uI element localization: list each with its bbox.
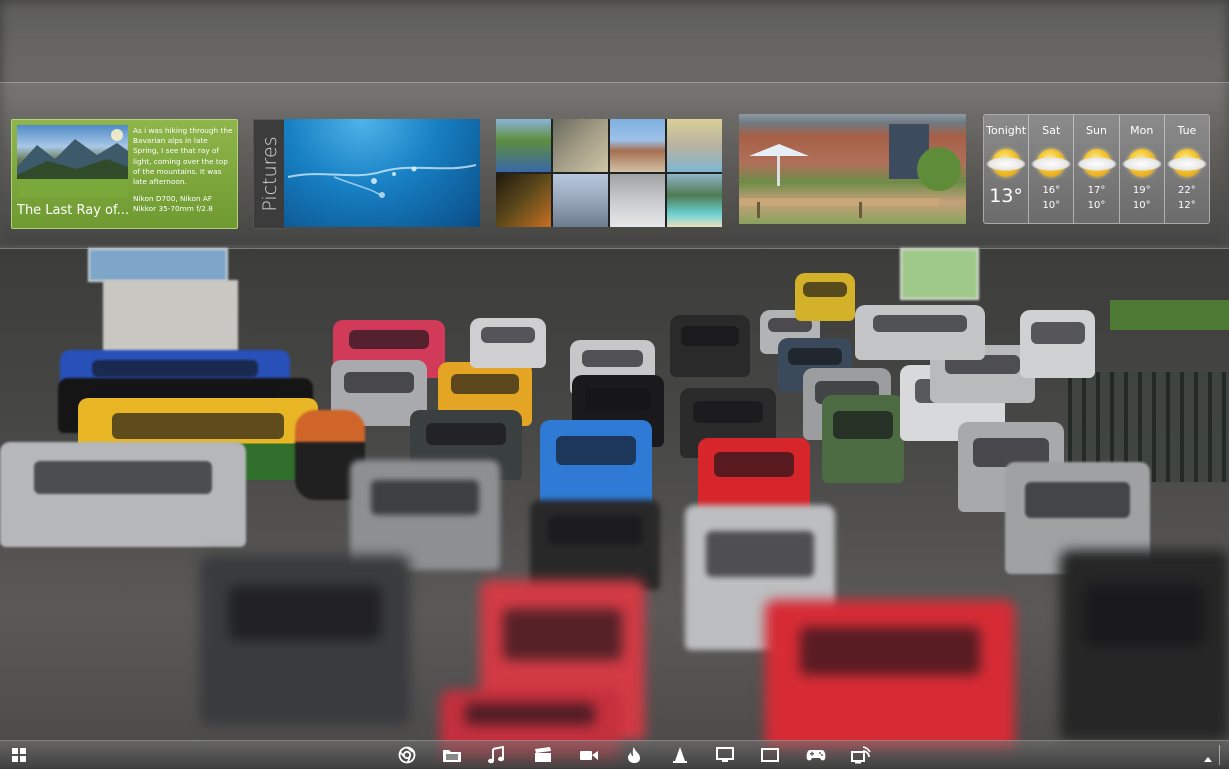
photo-description: As i was hiking through the Bavarian alp… bbox=[133, 126, 233, 215]
weather-day-name: Sat bbox=[1042, 124, 1061, 137]
weather-low-temp: 10° bbox=[1042, 200, 1061, 211]
cone-icon[interactable] bbox=[669, 745, 691, 765]
weather-low-temp: 10° bbox=[1087, 200, 1106, 211]
clapperboard-icon[interactable] bbox=[532, 745, 554, 765]
network-icon[interactable] bbox=[850, 745, 872, 765]
gamepad-icon[interactable] bbox=[805, 745, 827, 765]
photo-title: The Last Ray of... bbox=[17, 203, 130, 218]
collage-photo[interactable] bbox=[667, 174, 722, 227]
weather-day-tue[interactable]: Tue 22° 12° bbox=[1165, 115, 1209, 223]
weather-high-temp: 17° bbox=[1087, 185, 1106, 196]
pictures-widget-image[interactable] bbox=[284, 119, 480, 227]
wallpaper-plants bbox=[1110, 300, 1229, 330]
pictures-label-text: Pictures bbox=[258, 136, 281, 212]
wallpaper-car bbox=[1020, 310, 1095, 378]
weather-high-temp: 22° bbox=[1178, 185, 1196, 196]
photo-camera-line2: Nikkor 35-70mm f/2.8 bbox=[133, 204, 213, 214]
weather-widget[interactable]: Tonight 13° Sat 16° 10° Sun 17° 10° Mon … bbox=[983, 114, 1210, 224]
weather-low-temp: 12° bbox=[1178, 200, 1196, 211]
weather-high-temp: 19° bbox=[1132, 185, 1151, 196]
photo-description-text: As i was hiking through the Bavarian alp… bbox=[133, 126, 233, 187]
collage-photo[interactable] bbox=[496, 174, 551, 227]
partly-sunny-icon bbox=[1076, 149, 1117, 177]
weather-day-name: Mon bbox=[1130, 124, 1154, 137]
collage-photo[interactable] bbox=[496, 119, 551, 172]
monitor-icon[interactable] bbox=[714, 745, 736, 765]
weather-day-name: Tue bbox=[1177, 124, 1197, 137]
collage-photo[interactable] bbox=[553, 174, 608, 227]
photo-thumbnail[interactable] bbox=[17, 125, 128, 197]
wallpaper-car bbox=[540, 420, 652, 510]
photo-camera-line1: Nikon D700, Nikon AF bbox=[133, 194, 213, 204]
partly-sunny-icon bbox=[1121, 149, 1162, 177]
weather-day-name: Tonight bbox=[986, 124, 1027, 137]
widget-band: The Last Ray of... As i was hiking throu… bbox=[0, 82, 1229, 249]
globe-icon[interactable] bbox=[396, 745, 418, 765]
wallpaper-car bbox=[670, 315, 750, 377]
patio-photo-widget[interactable] bbox=[739, 114, 966, 224]
flame-icon[interactable] bbox=[623, 745, 645, 765]
mountain-photo bbox=[17, 129, 128, 197]
music-note-icon[interactable] bbox=[485, 745, 507, 765]
collage-photo[interactable] bbox=[610, 174, 665, 227]
photo-info-widget[interactable]: The Last Ray of... As i was hiking throu… bbox=[11, 119, 238, 229]
weather-low-temp: 10° bbox=[1132, 200, 1151, 211]
pictures-widget-label[interactable]: Pictures bbox=[253, 119, 286, 229]
partly-sunny-icon bbox=[1031, 149, 1072, 177]
windows-start-icon[interactable] bbox=[8, 745, 30, 765]
folder-icon[interactable] bbox=[441, 745, 463, 765]
wallpaper-billboard-right bbox=[900, 248, 979, 300]
taskbar bbox=[0, 740, 1229, 769]
partly-sunny-icon bbox=[986, 149, 1027, 177]
water-drop-photo bbox=[287, 164, 477, 198]
weather-day-sat[interactable]: Sat 16° 10° bbox=[1029, 115, 1075, 223]
video-camera-icon[interactable] bbox=[578, 745, 600, 765]
weather-day-sun[interactable]: Sun 17° 10° bbox=[1074, 115, 1120, 223]
wallpaper-car bbox=[530, 500, 660, 590]
wallpaper-car bbox=[0, 442, 246, 547]
weather-day-name: Sun bbox=[1086, 124, 1107, 137]
wallpaper-car bbox=[1060, 550, 1229, 740]
collage-photo[interactable] bbox=[667, 119, 722, 172]
wallpaper-car bbox=[765, 600, 1015, 750]
weather-day-tonight[interactable]: Tonight 13° bbox=[984, 115, 1030, 223]
partly-sunny-icon bbox=[1166, 149, 1207, 177]
wallpaper-car bbox=[200, 555, 410, 725]
wallpaper-car bbox=[795, 273, 855, 321]
patio-photo bbox=[739, 124, 961, 218]
wallpaper-tuktuk bbox=[822, 395, 904, 483]
photo-collage-widget[interactable] bbox=[496, 119, 722, 227]
weather-current-temp: 13° bbox=[989, 185, 1023, 207]
collage-photo[interactable] bbox=[553, 119, 608, 172]
wallpaper-car bbox=[470, 318, 546, 368]
wallpaper-billboard bbox=[88, 248, 228, 282]
collage-photo[interactable] bbox=[610, 119, 665, 172]
chevron-up-icon[interactable] bbox=[1203, 749, 1213, 762]
wallpaper-car bbox=[350, 460, 500, 570]
wallpaper-car bbox=[855, 305, 985, 360]
weather-day-mon[interactable]: Mon 19° 10° bbox=[1120, 115, 1165, 223]
tray-divider bbox=[1219, 745, 1220, 765]
window-icon[interactable] bbox=[759, 745, 781, 765]
weather-high-temp: 16° bbox=[1042, 185, 1061, 196]
